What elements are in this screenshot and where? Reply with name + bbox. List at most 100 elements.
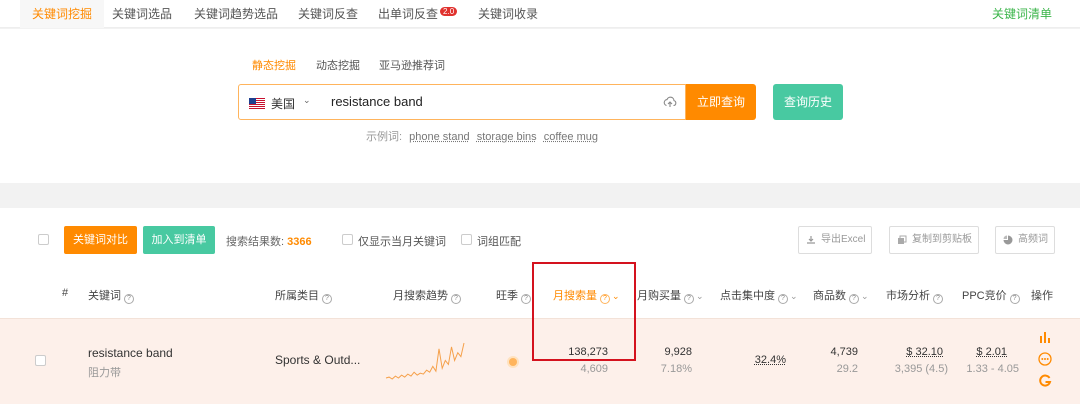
row-monthly-search-sub: 4,609 xyxy=(580,363,608,375)
tab-keyword-trend-selection[interactable]: 关键词趋势选品 xyxy=(182,0,290,28)
help-icon[interactable]: ? xyxy=(684,294,694,304)
current-month-checkbox[interactable] xyxy=(342,234,353,245)
col-index: # xyxy=(62,287,69,299)
col-trend[interactable]: 月搜索趋势? xyxy=(393,287,461,304)
help-icon[interactable]: ? xyxy=(933,294,943,304)
help-icon[interactable]: ? xyxy=(778,294,788,304)
high-frequency-button[interactable]: 高频词 xyxy=(995,226,1055,254)
help-icon[interactable]: ? xyxy=(124,294,134,304)
col-season-label: 旺季 xyxy=(496,290,518,302)
tab-keyword-selection[interactable]: 关键词选品 xyxy=(100,0,184,28)
result-count-value: 3366 xyxy=(287,236,312,248)
mode-dynamic[interactable]: 动态挖掘 xyxy=(316,57,360,73)
help-icon[interactable]: ? xyxy=(849,294,859,304)
col-product-count-label: 商品数 xyxy=(813,290,846,302)
help-icon[interactable]: ? xyxy=(1009,294,1020,304)
search-box[interactable]: 美国 ⌄ resistance band xyxy=(238,84,686,120)
table-row[interactable]: resistance band 阻力带 Sports & Outd... 138… xyxy=(0,318,1080,404)
row-checkbox[interactable] xyxy=(35,355,46,366)
tab-order-keyword-reverse-label: 出单词反查 xyxy=(378,7,439,21)
keyword-list-link[interactable]: 关键词清单 xyxy=(992,0,1052,28)
copy-clipboard-button[interactable]: 复制到剪贴板 xyxy=(889,226,979,254)
result-count-label: 搜索结果数: xyxy=(226,236,285,248)
trend-line xyxy=(385,342,465,380)
select-all-checkbox[interactable] xyxy=(38,234,49,245)
row-click-concentration[interactable]: 32.4% xyxy=(730,354,786,366)
add-to-list-button[interactable]: 加入到清单 xyxy=(143,226,215,254)
season-indicator xyxy=(509,358,517,366)
col-keyword-label: 关键词 xyxy=(88,290,121,302)
more-options-icon[interactable] xyxy=(1038,352,1052,366)
tab-keyword-index[interactable]: 关键词收录 xyxy=(466,0,550,28)
col-monthly-purchase[interactable]: 月购买量? ⌄ xyxy=(637,287,704,304)
sort-icon[interactable]: ⌄ xyxy=(861,291,869,302)
phrase-match-label: 词组匹配 xyxy=(477,236,521,248)
col-season[interactable]: 旺季? xyxy=(496,287,531,304)
col-trend-label: 月搜索趋势 xyxy=(393,290,448,302)
help-icon[interactable]: ? xyxy=(322,294,332,304)
us-flag-icon xyxy=(249,98,265,109)
help-icon[interactable]: ? xyxy=(451,294,461,304)
trend-sparkline[interactable] xyxy=(384,341,466,381)
keyword-compare-button[interactable]: 关键词对比 xyxy=(64,226,137,254)
bar-chart-icon[interactable] xyxy=(1038,330,1052,344)
sort-icon[interactable]: ⌄ xyxy=(696,291,704,302)
google-icon[interactable] xyxy=(1038,374,1052,388)
tab-keyword-reverse[interactable]: 关键词反查 xyxy=(286,0,370,28)
tab-keyword-mining[interactable]: 关键词挖掘 xyxy=(20,0,105,28)
country-select[interactable]: 美国 xyxy=(271,95,295,112)
example-keyword[interactable]: storage bins xyxy=(477,131,537,143)
export-excel-button[interactable]: 导出Excel xyxy=(798,226,873,254)
col-market[interactable]: 市场分析? xyxy=(886,287,943,304)
copy-clipboard-label: 复制到剪贴板 xyxy=(912,234,972,245)
mode-static[interactable]: 静态挖掘 xyxy=(252,57,296,73)
col-monthly-search-label: 月搜索量 xyxy=(553,290,597,302)
col-ppc-label: PPC竞价 xyxy=(962,290,1007,302)
row-ppc-range: 1.33 - 4.05 xyxy=(966,363,1019,375)
sort-icon[interactable]: ⌄ xyxy=(790,291,798,302)
example-keywords: 示例词: phone stand storage bins coffee mug xyxy=(366,128,598,144)
version-badge: 2.0 xyxy=(440,7,458,16)
row-monthly-search: 138,273 xyxy=(568,346,608,358)
top-nav: 关键词挖掘 关键词选品 关键词趋势选品 关键词反查 出单词反查 2.0 关键词收录… xyxy=(0,0,1080,28)
row-keyword-cn: 阻力带 xyxy=(88,367,121,379)
mode-amazon-recommend[interactable]: 亚马逊推荐词 xyxy=(379,57,445,73)
col-keyword[interactable]: 关键词? xyxy=(88,287,134,304)
col-monthly-purchase-label: 月购买量 xyxy=(637,290,681,302)
copy-icon xyxy=(898,235,907,244)
col-category[interactable]: 所属类目? xyxy=(275,287,332,304)
example-keyword[interactable]: coffee mug xyxy=(544,131,598,143)
row-ppc[interactable]: $ 2.01 xyxy=(955,346,1007,358)
col-product-count[interactable]: 商品数? ⌄ xyxy=(813,287,869,304)
row-category: Sports & Outd... xyxy=(275,353,361,367)
chevron-down-icon[interactable]: ⌄ xyxy=(303,95,311,106)
row-market-sub: 3,395 (4.5) xyxy=(894,363,948,375)
row-product-sub: 29.2 xyxy=(836,363,858,375)
download-icon xyxy=(807,236,815,244)
phrase-match-checkbox[interactable] xyxy=(461,234,472,245)
row-keyword[interactable]: resistance band xyxy=(88,346,173,360)
col-category-label: 所属类目 xyxy=(275,290,319,302)
tab-order-keyword-reverse[interactable]: 出单词反查 2.0 xyxy=(366,0,469,28)
history-button[interactable]: 查询历史 xyxy=(773,84,843,120)
sort-desc-icon[interactable]: ⌄ xyxy=(612,291,620,302)
pie-chart-icon xyxy=(1003,235,1013,245)
upload-cloud-icon[interactable] xyxy=(663,95,677,109)
col-click-concentration-label: 点击集中度 xyxy=(720,290,775,302)
help-icon[interactable]: ? xyxy=(521,294,531,304)
col-ppc[interactable]: PPC竞价? xyxy=(962,287,1020,304)
results-toolbar: 关键词对比 加入到清单 搜索结果数: 3366 仅显示当月关键词 词组匹配 导出… xyxy=(0,226,1080,256)
result-count: 搜索结果数: 3366 xyxy=(226,233,312,249)
row-product-count: 4,739 xyxy=(830,346,858,358)
search-input[interactable]: resistance band xyxy=(331,94,423,109)
col-market-label: 市场分析 xyxy=(886,290,930,302)
col-monthly-search[interactable]: 月搜索量? ⌄ xyxy=(553,287,620,304)
example-keyword[interactable]: phone stand xyxy=(409,131,470,143)
search-panel: 静态挖掘 动态挖掘 亚马逊推荐词 美国 ⌄ resistance band 立即… xyxy=(0,29,1080,183)
row-monthly-purchase: 9,928 xyxy=(664,346,692,358)
col-click-concentration[interactable]: 点击集中度? ⌄ xyxy=(720,287,798,304)
examples-label: 示例词: xyxy=(366,131,403,143)
query-button[interactable]: 立即查询 xyxy=(686,84,756,120)
help-icon[interactable]: ? xyxy=(600,294,610,304)
row-market-price[interactable]: $ 32.10 xyxy=(870,346,943,358)
